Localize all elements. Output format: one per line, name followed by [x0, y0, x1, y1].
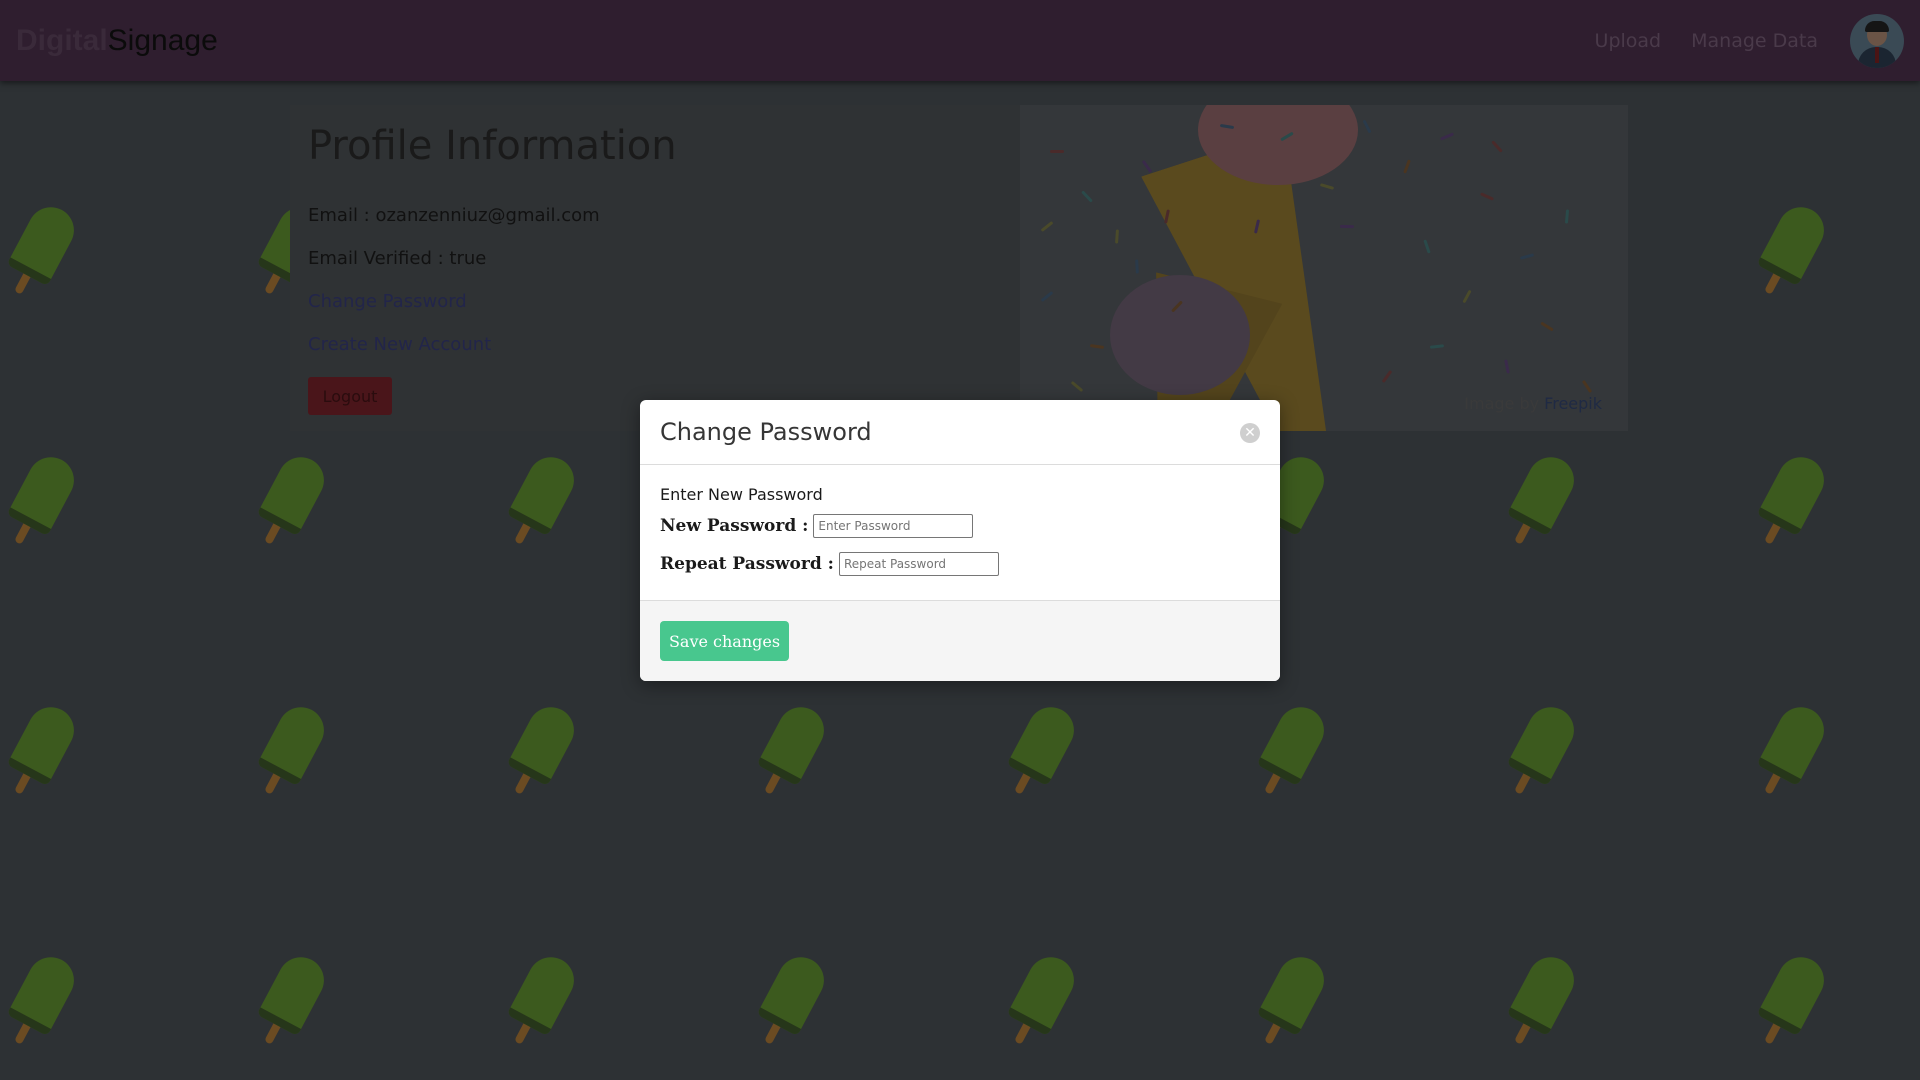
nav-links: Upload Manage Data: [1595, 13, 1904, 68]
sprinkle-decoration: [1381, 369, 1393, 384]
sprinkle-decoration: [1089, 344, 1105, 349]
profile-title: Profile Information: [308, 123, 677, 169]
avatar-tie: [1875, 46, 1879, 63]
image-credit-prefix: Image by: [1464, 394, 1545, 413]
sprinkle-decoration: [1135, 259, 1139, 274]
sprinkle-decoration: [1081, 190, 1093, 203]
sprinkle-decoration: [1070, 380, 1084, 393]
profile-email-verified: Email Verified : true: [308, 248, 487, 269]
sprinkle-decoration: [1339, 224, 1355, 229]
popsicle-icon: [736, 944, 845, 1065]
sprinkle-decoration: [1115, 229, 1119, 244]
sprinkle-decoration: [1429, 344, 1445, 349]
popsicle-icon: [1736, 944, 1845, 1065]
change-password-modal: Change Password ✕ Enter New Password New…: [640, 400, 1280, 681]
popsicle-icon: [1236, 944, 1345, 1065]
nav-link-upload[interactable]: Upload: [1595, 30, 1662, 52]
avatar-hair: [1865, 20, 1889, 32]
popsicle-icon: [986, 944, 1095, 1065]
popsicle-icon: [0, 194, 94, 315]
sprinkle-decoration: [1423, 239, 1431, 254]
modal-title: Change Password: [660, 418, 872, 446]
popsicle-icon: [486, 694, 595, 815]
user-avatar-icon[interactable]: [1850, 13, 1904, 68]
popsicle-icon: [0, 444, 94, 565]
popsicle-icon: [0, 694, 94, 815]
modal-header: Change Password ✕: [640, 400, 1280, 465]
sprinkle-decoration: [1050, 150, 1064, 153]
popsicle-icon: [1736, 194, 1845, 315]
sprinkle-decoration: [1540, 321, 1554, 332]
sprinkle-decoration: [1479, 192, 1495, 201]
sprinkle-decoration: [1319, 183, 1335, 190]
profile-card: Profile Information Email : ozanzenniuz@…: [290, 105, 1628, 431]
sprinkle-decoration: [1581, 379, 1593, 394]
sprinkle-decoration: [1040, 221, 1054, 232]
sprinkle-decoration: [1040, 290, 1054, 303]
popsicle-icon: [986, 694, 1095, 815]
ice-cream-hero-image: Image by Freepik: [1020, 105, 1628, 431]
sprinkle-decoration: [1519, 253, 1535, 260]
popsicle-icon: [1236, 694, 1345, 815]
sprinkle-decoration: [1462, 289, 1472, 304]
popsicle-icon: [486, 944, 595, 1065]
sprinkle-decoration: [1141, 159, 1153, 174]
repeat-password-label: Repeat Password :: [660, 554, 834, 574]
close-icon[interactable]: ✕: [1240, 423, 1260, 443]
popsicle-icon: [0, 944, 94, 1065]
enter-new-password-heading: Enter New Password: [660, 485, 823, 504]
popsicle-icon: [486, 444, 595, 565]
new-password-row: New Password :: [660, 514, 1260, 538]
image-credit: Image by Freepik: [1464, 394, 1602, 413]
popsicle-icon: [1486, 444, 1595, 565]
purple-scoop: [1110, 275, 1250, 395]
new-password-input[interactable]: [813, 514, 974, 538]
popsicle-icon: [1736, 694, 1845, 815]
save-changes-button[interactable]: Save changes: [660, 621, 789, 661]
sprinkle-decoration: [1491, 140, 1503, 153]
sprinkle-decoration: [1362, 119, 1372, 134]
create-new-account-link[interactable]: Create New Account: [308, 334, 491, 355]
sprinkle-decoration: [1564, 209, 1570, 224]
freepik-link[interactable]: Freepik: [1544, 394, 1602, 413]
nav-link-manage-data[interactable]: Manage Data: [1691, 30, 1818, 52]
popsicle-icon: [236, 944, 345, 1065]
modal-body: Enter New Password New Password : Repeat…: [640, 465, 1280, 600]
popsicle-icon: [236, 694, 345, 815]
sprinkle-decoration: [1504, 359, 1510, 374]
logout-button[interactable]: Logout: [308, 377, 392, 415]
sprinkle-decoration: [1439, 132, 1455, 141]
sprinkle-decoration: [1403, 159, 1411, 174]
popsicle-icon: [736, 694, 845, 815]
brand-logo[interactable]: DigitalSignage: [16, 24, 218, 58]
brand-digital-text: Digital: [16, 23, 108, 57]
brand-signage-text: Signage: [107, 23, 218, 57]
repeat-password-row: Repeat Password :: [660, 552, 1260, 576]
top-navbar: DigitalSignage Upload Manage Data: [0, 0, 1920, 81]
modal-footer: Save changes: [640, 600, 1280, 681]
profile-email: Email : ozanzenniuz@gmail.com: [308, 205, 600, 226]
popsicle-icon: [236, 444, 345, 565]
popsicle-icon: [1736, 444, 1845, 565]
repeat-password-input[interactable]: [838, 552, 999, 576]
change-password-link[interactable]: Change Password: [308, 291, 467, 312]
popsicle-icon: [1486, 694, 1595, 815]
new-password-label: New Password :: [660, 516, 809, 536]
popsicle-icon: [1486, 944, 1595, 1065]
